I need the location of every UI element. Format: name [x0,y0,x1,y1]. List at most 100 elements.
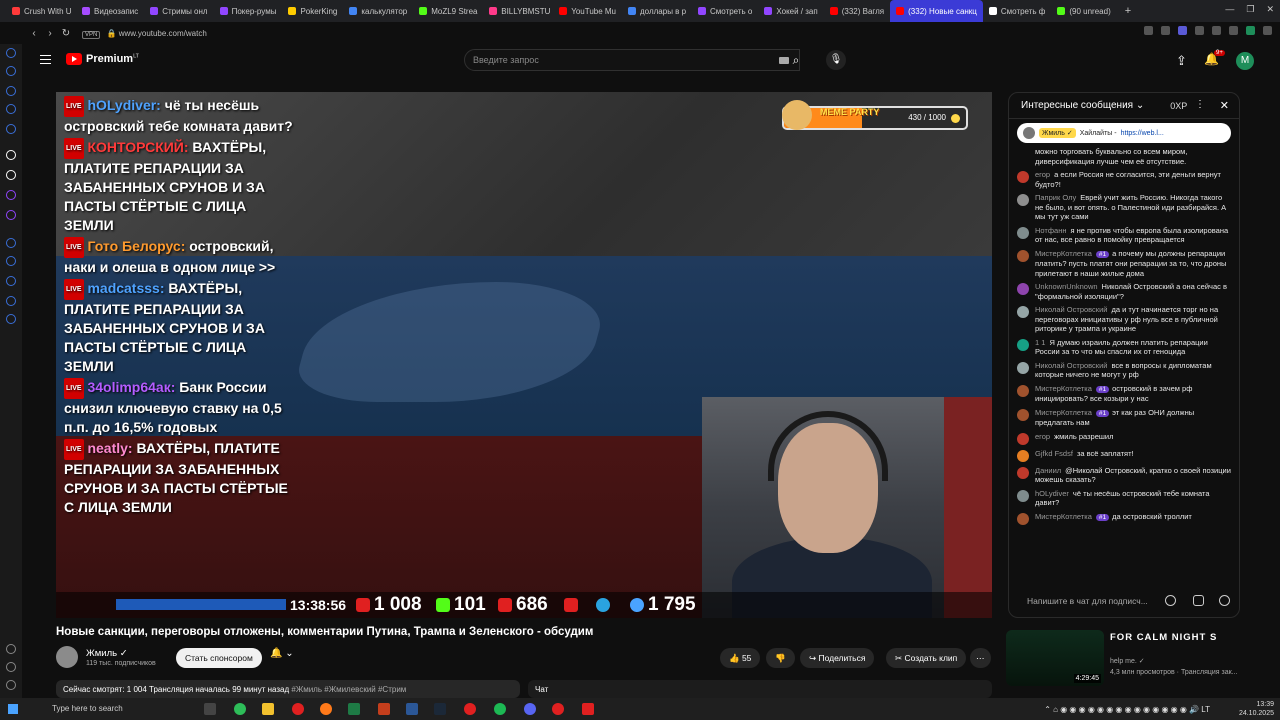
steam-icon[interactable] [434,703,446,715]
browser-tab[interactable]: MoZL9 Strea [413,0,483,22]
chat-message[interactable]: Gjfkd Fsdsf за всё заплатят! [1017,449,1231,462]
chat-author[interactable]: Николай Островский [1035,361,1107,370]
channel-name[interactable]: Жмиль ✓ [86,648,128,659]
sidebar-item-icon[interactable] [6,276,16,286]
sidebar-item-icon[interactable] [6,48,16,58]
chat-author[interactable]: 1 1 [1035,338,1045,347]
sidebar-item-icon[interactable] [6,104,16,114]
more-icon[interactable] [6,680,16,690]
sidebar-item-icon[interactable] [6,66,16,76]
chat-input[interactable]: Напишите в чат для подписч... [1017,591,1233,611]
task-view-icon[interactable] [204,703,216,715]
app-icon[interactable] [234,703,246,715]
chat-author[interactable]: UnknownUnknown [1035,282,1098,291]
chat-author[interactable]: Николай Островский [1035,305,1107,314]
youtube-logo[interactable]: PremiumLT [66,53,139,65]
avatar[interactable] [1017,249,1029,262]
recommendation-thumbnail[interactable]: 4:29:45 [1006,630,1104,686]
description-tags[interactable]: #Жмиль #Жмилевский #Стрим [291,685,406,694]
avatar[interactable]: M [1236,52,1254,70]
chat-message[interactable]: 1 1Я думаю израиль должен платить репара… [1017,338,1231,357]
sidebar-item-icon[interactable] [6,210,16,220]
emoji-icon[interactable] [1165,595,1176,606]
video-player[interactable]: LIVE hOLydiver: чё ты несёшь островский … [56,92,992,618]
browser-tab[interactable]: (90 unread) [1051,0,1116,22]
chat-replay-label[interactable]: Чат [528,680,992,698]
chat-author[interactable]: Gjfkd Fsdsf [1035,449,1073,458]
chat-author[interactable]: МистерКотлетка [1035,384,1092,393]
chat-message[interactable]: МистерКотлетка #1 островский в зачем рф ин… [1017,384,1231,404]
channel-avatar[interactable] [56,646,78,668]
chat-message[interactable]: Паприк Олу Еврей учит жить Россию. Никогд… [1017,193,1231,222]
browser-tab[interactable]: Стримы онл [144,0,213,22]
bookmark-icon[interactable] [1144,26,1153,35]
dislike-button[interactable]: 👎 [766,648,795,668]
avatar[interactable] [1017,489,1029,502]
chat-message[interactable]: егор жмиль разрешил [1017,432,1231,445]
avatar[interactable] [1017,338,1029,351]
taskbar-search[interactable]: Type here to search [34,701,194,717]
chat-message[interactable]: МистерКотлетка #1 да островский троллит [1017,512,1231,525]
browser-tab[interactable]: (332) Новые санкц [890,0,983,22]
avatar[interactable] [1017,194,1029,206]
avatar[interactable] [1017,226,1029,239]
app-icon[interactable] [582,703,594,715]
browser-tab[interactable]: Видеозапис [76,0,144,22]
avatar[interactable] [1017,361,1029,374]
more-actions-icon[interactable]: ⋯ [970,648,991,668]
close-window-icon[interactable]: ✕ [1266,4,1274,15]
sidebar-item-icon[interactable] [6,644,16,654]
recommendation-channel[interactable]: help me. ✓ [1110,657,1145,665]
chat-author[interactable]: Даниил [1035,466,1061,475]
avatar[interactable] [1017,408,1029,421]
close-icon[interactable]: ✕ [1220,99,1229,112]
avatar[interactable] [1017,384,1029,397]
browser-tab[interactable]: Покер-румы [214,0,283,22]
microphone-icon[interactable]: 🎙 [826,50,846,70]
pinned-message[interactable]: Жмиль ✓ Хайлайты - https://web.l... [1017,123,1231,143]
sidebar-item-icon[interactable] [6,150,16,160]
chat-author[interactable]: Паприк Олу [1035,193,1076,202]
maximize-icon[interactable]: ❐ [1246,4,1254,15]
avatar[interactable] [1017,306,1029,318]
discord-icon[interactable] [524,703,536,715]
subscribe-bell-icon[interactable]: 🔔 ⌄ [270,648,294,659]
browser-icon[interactable] [552,703,564,715]
twitch-icon[interactable] [6,190,16,200]
description-box[interactable]: Сейчас смотрят: 1 004 Трансляция началас… [56,680,520,698]
chat-author[interactable]: егор [1035,170,1050,179]
sidebar-item-icon[interactable] [6,296,16,306]
play-icon[interactable] [1212,26,1221,35]
heart-icon[interactable] [1195,26,1204,35]
windows-start-icon[interactable] [8,704,18,714]
more-options-icon[interactable]: ⋮ [1195,99,1205,110]
chat-author[interactable]: Нотфанн [1035,226,1066,235]
chat-message[interactable]: МистерКотлетка #1 а почему мы должны репар… [1017,249,1231,279]
sidebar-item-icon[interactable] [6,256,16,266]
opera-gx-icon[interactable] [464,703,476,715]
avatar[interactable] [1017,432,1029,445]
chat-message[interactable]: Нотфанн я не против чтобы европа была изо… [1017,226,1231,245]
file-explorer-icon[interactable] [262,703,274,715]
sidebar-item-icon[interactable] [6,124,16,134]
vpn-badge[interactable]: VPN [82,30,101,39]
profile-icon[interactable] [1246,26,1255,35]
chat-author[interactable]: МистерКотлетка [1035,512,1092,521]
menu-icon[interactable] [1263,26,1272,35]
chat-author[interactable]: егор [1035,432,1050,441]
excel-icon[interactable] [348,703,360,715]
back-icon[interactable]: ‹ [26,28,42,39]
browser-tab[interactable]: доллары в р [622,0,692,22]
firefox-icon[interactable] [320,703,332,715]
heart-icon[interactable] [1219,595,1230,606]
minimize-icon[interactable]: — [1225,4,1234,15]
browser-tab[interactable]: калькулятор [343,0,413,22]
chat-author[interactable]: МистерКотлетка [1035,249,1092,258]
pinned-link[interactable]: https://web.l... [1121,130,1164,137]
shield-icon[interactable] [1178,26,1187,35]
browser-tab[interactable]: PokerKing [282,0,343,22]
avatar[interactable] [1017,148,1029,160]
clip-button[interactable]: ✂ Создать клип [886,648,967,668]
spotify-icon[interactable] [494,703,506,715]
xp-counter[interactable]: 0XP [1170,101,1187,111]
